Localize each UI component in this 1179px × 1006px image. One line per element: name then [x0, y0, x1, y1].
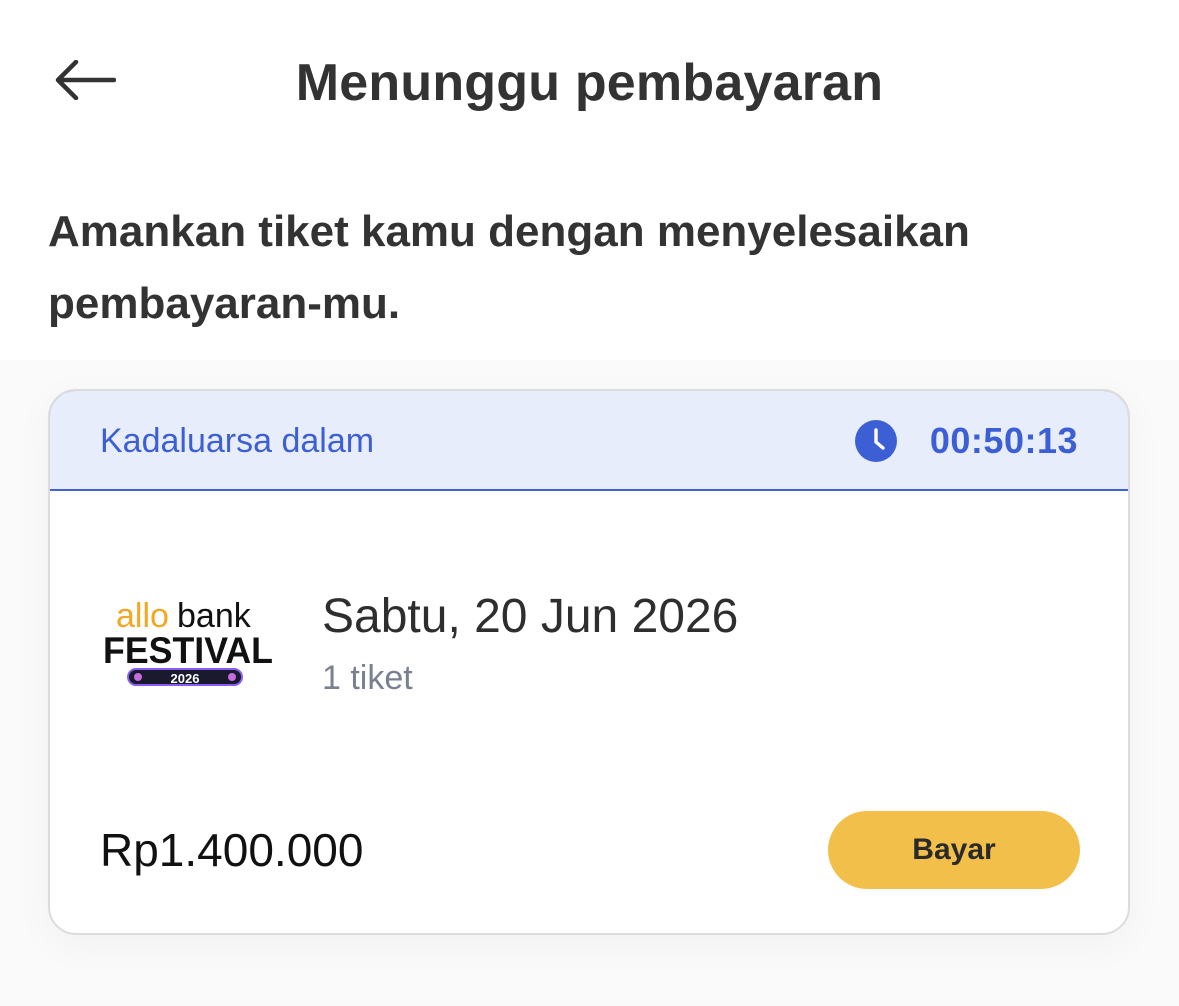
intro-text: Amankan tiket kamu dengan menyelesaikan … [48, 207, 970, 328]
event-logo: allo bank FESTIVAL 2026 [103, 597, 273, 686]
expiry-bar: Kadaluarsa dalam 00:50:13 [50, 391, 1128, 491]
logo-text-year: 2026 [171, 671, 200, 686]
pay-button[interactable]: Bayar [828, 811, 1080, 889]
logo-text-festival: FESTIVAL [103, 630, 273, 671]
page-title: Menunggu pembayaran [295, 54, 884, 112]
order-card: Kadaluarsa dalam 00:50:13 allo bank FEST… [48, 389, 1130, 935]
clock-icon [855, 420, 897, 462]
event-date: Sabtu, 20 Jun 2026 [322, 590, 739, 643]
expiry-label: Kadaluarsa dalam [100, 422, 375, 460]
total-price: Rp1.400.000 [100, 824, 364, 876]
countdown-timer: 00:50:13 [929, 420, 1078, 461]
ticket-count: 1 tiket [322, 659, 413, 697]
